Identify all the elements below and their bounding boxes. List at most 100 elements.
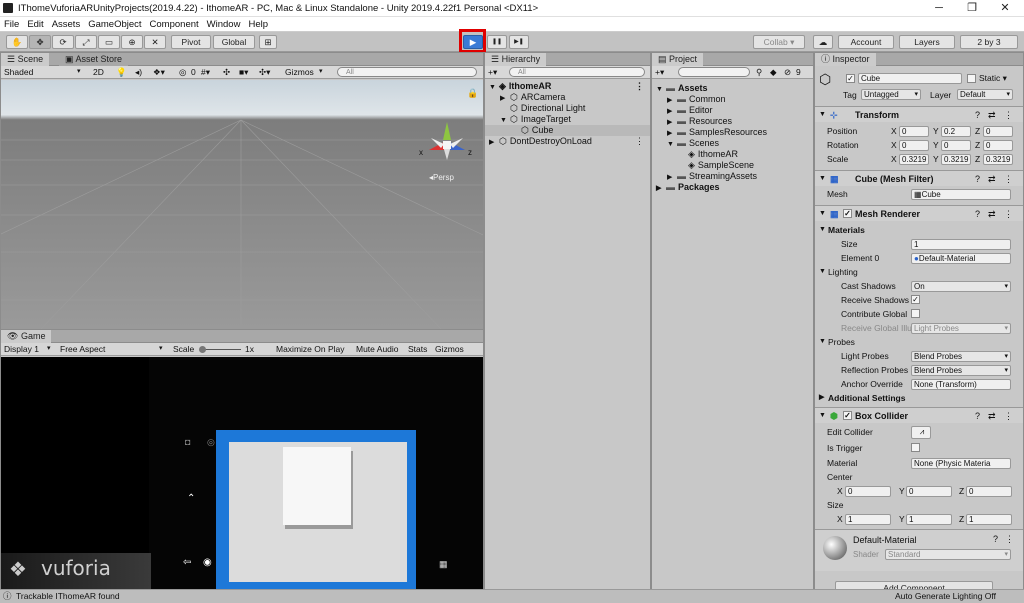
display-dropdown[interactable]: Display 1 bbox=[4, 344, 39, 354]
camera-icon[interactable]: ■▾ bbox=[239, 67, 248, 78]
menu-assets[interactable]: Assets bbox=[48, 17, 85, 32]
menu-window[interactable]: Window bbox=[203, 17, 245, 32]
mesh-renderer-preset-icon[interactable]: ⇄ bbox=[988, 206, 996, 222]
size-z-field[interactable]: 1 bbox=[966, 514, 1012, 525]
lighting-icon[interactable]: 💡 bbox=[116, 67, 127, 78]
filter-type-icon[interactable]: ⚲ bbox=[756, 67, 762, 78]
layers-dropdown[interactable]: Layers bbox=[899, 35, 955, 49]
aspect-dropdown[interactable]: Free Aspect bbox=[60, 344, 105, 354]
cast-shadows-dropdown[interactable]: On bbox=[911, 281, 1011, 292]
x-axis-label[interactable]: X bbox=[891, 152, 897, 166]
close-button[interactable]: ✕ bbox=[990, 1, 1020, 16]
anchor-override-field[interactable]: None (Transform) bbox=[911, 379, 1011, 390]
active-checkbox[interactable]: ✓ bbox=[846, 74, 855, 83]
x-field[interactable]: 0 bbox=[899, 126, 929, 137]
scale-slider-thumb[interactable] bbox=[199, 346, 206, 353]
size-y-field[interactable]: 1 bbox=[906, 514, 952, 525]
project-search-input[interactable] bbox=[678, 67, 750, 77]
z-axis-label[interactable]: Z bbox=[975, 124, 980, 138]
box-collider-help-icon[interactable]: ? bbox=[975, 408, 980, 424]
menu-help[interactable]: Help bbox=[244, 17, 272, 32]
filter-label-icon[interactable]: ◆ bbox=[770, 67, 777, 78]
physic-material-field[interactable]: None (Physic Materia bbox=[911, 458, 1011, 469]
layer-dropdown[interactable]: Default bbox=[957, 89, 1013, 100]
hierarchy-create-button[interactable]: +▾ bbox=[488, 67, 497, 78]
tab-scene[interactable]: ☰ Scene bbox=[1, 53, 50, 66]
stats-toggle[interactable]: Stats bbox=[408, 344, 427, 354]
size-x-field[interactable]: 1 bbox=[845, 514, 891, 525]
box-collider-enabled-checkbox[interactable]: ✓ bbox=[843, 411, 852, 420]
fold-arrow-icon[interactable]: ▶ bbox=[656, 183, 666, 194]
project-item[interactable]: ▶ ▬ Editor bbox=[652, 105, 813, 116]
game-gizmos-toggle[interactable]: Gizmos bbox=[435, 344, 464, 354]
hidden-packages-icon[interactable]: ⊘ bbox=[784, 67, 791, 78]
hierarchy-item[interactable]: ▶ ⬡ DontDestroyOnLoad ⋮ bbox=[485, 136, 650, 147]
transform-header[interactable]: ▼ ⊹ Transform ? ⇄ ⋮ bbox=[815, 106, 1023, 122]
tab-project[interactable]: ▤ Project bbox=[652, 53, 704, 66]
probes-foldout[interactable]: ▼ Probes bbox=[815, 335, 1023, 349]
move-tool-icon[interactable]: ✥ bbox=[29, 35, 51, 49]
x-field[interactable]: 0.3219 bbox=[899, 154, 929, 165]
x-axis-label[interactable]: X bbox=[891, 124, 897, 138]
project-item[interactable]: ▼ ▬ Scenes bbox=[652, 138, 813, 149]
additional-settings-foldout[interactable]: ▶ Additional Settings bbox=[815, 391, 1023, 405]
static-dropdown[interactable]: Static ▾ bbox=[979, 73, 1007, 84]
transform-menu-icon[interactable]: ⋮ bbox=[1004, 107, 1013, 123]
gizmos-dropdown[interactable]: Gizmos bbox=[285, 67, 314, 77]
y-axis-label[interactable]: Y bbox=[933, 138, 939, 152]
grid-icon[interactable]: #▾ bbox=[201, 67, 210, 78]
tab-game[interactable]: 👁 Game bbox=[1, 330, 52, 343]
reflection-probes-dropdown[interactable]: Blend Probes bbox=[911, 365, 1011, 376]
mesh-renderer-enabled-checkbox[interactable]: ✓ bbox=[843, 209, 852, 218]
mesh-field[interactable]: ▦Cube bbox=[911, 189, 1011, 200]
edit-collider-button[interactable]: ⩘ bbox=[911, 426, 931, 439]
custom-tool-icon[interactable]: ✕ bbox=[144, 35, 166, 49]
mesh-renderer-menu-icon[interactable]: ⋮ bbox=[1004, 206, 1013, 222]
receive-shadows-checkbox[interactable]: ✓ bbox=[911, 295, 920, 304]
mute-audio-toggle[interactable]: Mute Audio bbox=[356, 344, 399, 354]
project-item[interactable]: ▶ ▬ Common bbox=[652, 94, 813, 105]
y-axis-label[interactable]: Y bbox=[933, 152, 939, 166]
material-help-icon[interactable]: ? bbox=[993, 534, 998, 544]
effects-icon[interactable]: ❖▾ bbox=[153, 67, 165, 78]
scene-menu-icon[interactable]: ⋮ bbox=[635, 136, 644, 147]
project-item[interactable]: ◈ SampleScene bbox=[652, 160, 813, 171]
hierarchy-item[interactable]: ▼ ◈ IthomeAR ⋮ bbox=[485, 81, 650, 92]
is-trigger-checkbox[interactable] bbox=[911, 443, 920, 452]
lock-view-icon[interactable]: 🔒 bbox=[467, 88, 478, 99]
scale-tool-icon[interactable]: ⤢ bbox=[75, 35, 97, 49]
scene-menu-icon[interactable]: ⋮ bbox=[635, 81, 644, 92]
tag-dropdown[interactable]: Untagged bbox=[861, 89, 921, 100]
rotate-tool-icon[interactable]: ⟳ bbox=[52, 35, 74, 49]
status-message[interactable]: Trackable IThomeAR found bbox=[16, 590, 120, 603]
materials-foldout[interactable]: ▼ Materials bbox=[815, 223, 1023, 237]
menu-edit[interactable]: Edit bbox=[23, 17, 47, 32]
project-create-button[interactable]: +▾ bbox=[655, 67, 664, 78]
mesh-renderer-help-icon[interactable]: ? bbox=[975, 206, 980, 222]
layout-dropdown[interactable]: 2 by 3 bbox=[960, 35, 1018, 49]
menu-gameobject[interactable]: GameObject bbox=[84, 17, 145, 32]
y-field[interactable]: 0 bbox=[941, 140, 971, 151]
menu-component[interactable]: Component bbox=[146, 17, 203, 32]
maximize-button[interactable]: ❐ bbox=[957, 1, 987, 16]
game-viewport[interactable]: ⌃ ◘ ◎ ⇦ ◉ ▦ ❖ vuforia bbox=[1, 357, 483, 590]
maximize-on-play-toggle[interactable]: Maximize On Play bbox=[276, 344, 345, 354]
hierarchy-item[interactable]: ⬡ Cube bbox=[485, 125, 650, 136]
hierarchy-search-input[interactable]: All bbox=[509, 67, 645, 77]
minimize-button[interactable]: ─ bbox=[924, 1, 954, 16]
scale-slider[interactable] bbox=[201, 349, 241, 350]
z-axis-label[interactable]: Z bbox=[975, 152, 980, 166]
hierarchy-item[interactable]: ▼ ⬡ ImageTarget bbox=[485, 114, 650, 125]
play-button[interactable]: ▶ bbox=[463, 35, 483, 49]
z-field[interactable]: 0 bbox=[983, 126, 1013, 137]
z-field[interactable]: 0.3219 bbox=[983, 154, 1013, 165]
transform-tool-icon[interactable]: ⊕ bbox=[121, 35, 143, 49]
collab-button[interactable]: Collab ▾ bbox=[753, 35, 805, 49]
z-axis-label[interactable]: Z bbox=[975, 138, 980, 152]
rect-tool-icon[interactable]: ▭ bbox=[98, 35, 120, 49]
hand-tool-icon[interactable]: ✋ bbox=[6, 35, 28, 49]
fold-arrow-icon[interactable]: ▶ bbox=[489, 137, 499, 148]
tab-inspector[interactable]: ⓘ Inspector bbox=[815, 53, 876, 66]
cloud-icon[interactable]: ☁ bbox=[813, 35, 833, 49]
material-section[interactable]: Default-Material Shader Standard ? ⋮ bbox=[815, 529, 1023, 571]
